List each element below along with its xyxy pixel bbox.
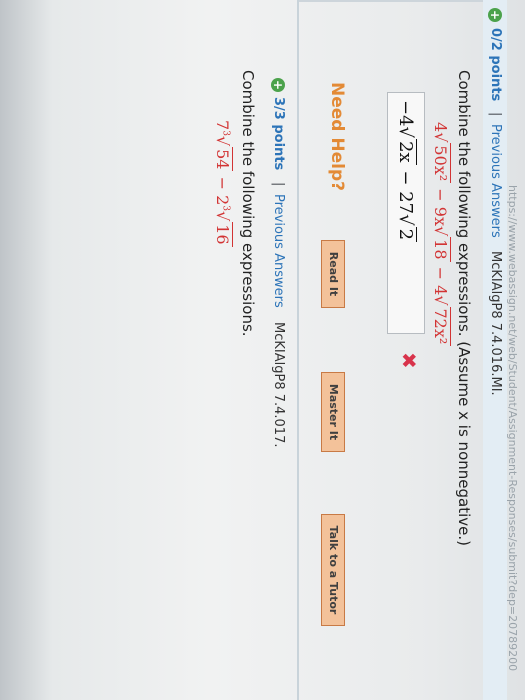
expr1-coef2: 9x	[431, 206, 450, 226]
question2-code: McKIAlgP8 7.4.017.	[271, 322, 286, 448]
question1-previous-answers-link[interactable]: Previous Answers	[488, 124, 503, 238]
expr1-radicand3: 72x²	[431, 306, 451, 347]
sqrt-sign-icon: √	[213, 210, 232, 222]
screen: https://www.webassign.net/web/Student/As…	[0, 0, 525, 700]
sqrt-sign-icon: √	[431, 295, 450, 306]
question1-code: McKIAlgP8 7.4.016.MI.	[488, 251, 503, 396]
sqrt-sign-icon: √	[431, 132, 450, 143]
sqrt-sign-icon: √	[395, 214, 416, 226]
answer-coef1: −4	[395, 100, 416, 127]
question2-prompt: Combine the following expressions.	[239, 70, 257, 337]
read-it-button[interactable]: Read It	[321, 240, 345, 308]
sqrt-sign-icon: √	[431, 225, 450, 237]
expr1-radicand2: 18	[431, 237, 451, 262]
question1-separator: |	[488, 112, 503, 117]
talk-to-tutor-button[interactable]: Talk to a Tutor	[321, 514, 345, 626]
question1-expression: 4√50x² − 9x√18 − 4√72x²	[431, 122, 451, 347]
question2-separator: |	[271, 182, 286, 187]
expr2-radicand1: 54	[213, 147, 233, 172]
answer-coef2: 27	[395, 191, 416, 215]
expr1-coef3: 4	[431, 285, 450, 296]
question2-expression: 73√54 − 23√16	[213, 120, 233, 247]
expr1-operator2: −	[431, 261, 450, 286]
expr2-operator: −	[213, 171, 232, 196]
master-it-button[interactable]: Master It	[321, 372, 345, 452]
expr2-coef2: 2	[213, 195, 232, 206]
question1-answer[interactable]: −4√2x − 27√2	[395, 100, 417, 243]
answer-operator: −	[395, 164, 416, 192]
question2-previous-answers-link[interactable]: Previous Answers	[271, 194, 286, 308]
sqrt-sign-icon: √	[213, 135, 232, 147]
sqrt-sign-icon: √	[395, 126, 416, 139]
expr1-coef1: 4	[431, 122, 450, 133]
answer-radicand1: 2x	[395, 139, 417, 165]
plus-circle-icon[interactable]: +	[271, 78, 285, 92]
browser-url: https://www.webassign.net/web/Student/As…	[506, 185, 519, 672]
question2-points: 3/3 points	[271, 97, 286, 171]
webassign-page: https://www.webassign.net/web/Student/As…	[0, 0, 525, 700]
plus-circle-icon[interactable]: +	[488, 8, 502, 22]
expr1-operator1: −	[431, 183, 450, 207]
expr2-radicand2: 16	[213, 222, 233, 247]
expr2-coef1: 7	[213, 120, 232, 131]
expr1-radicand1: 50x²	[431, 143, 451, 184]
question1-panel-border	[299, 0, 483, 2]
answer-radicand2: 2	[395, 226, 417, 243]
need-help-label: Need Help?	[327, 82, 347, 191]
incorrect-x-icon: ✖	[397, 352, 421, 369]
question1-points: 0/2 points	[488, 28, 503, 102]
question1-prompt: Combine the following expressions. (Assu…	[455, 70, 473, 546]
question-divider	[297, 0, 299, 700]
